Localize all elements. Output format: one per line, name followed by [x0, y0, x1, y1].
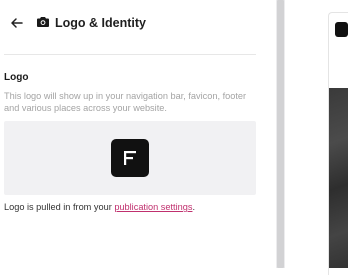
logo-preview-area: [4, 121, 256, 195]
site-preview-logo: [335, 22, 348, 37]
site-preview-hero-image: [329, 88, 348, 268]
logo-section-description: This logo will show up in your navigatio…: [4, 91, 247, 113]
logo-source-note-prefix: Logo is pulled in from your: [4, 202, 115, 212]
panel-scrollbar-thumb[interactable]: [277, 0, 284, 268]
arrow-left-icon: [11, 18, 23, 28]
header-divider: [4, 54, 256, 55]
logo-source-note: Logo is pulled in from your publication …: [4, 202, 195, 212]
logo-section-label: Logo: [4, 72, 29, 83]
settings-panel: Logo & Identity Logo This logo will show…: [0, 0, 276, 268]
panel-header: Logo & Identity: [0, 0, 260, 48]
logo-source-note-suffix: .: [192, 202, 196, 212]
publication-settings-link[interactable]: publication settings: [114, 202, 192, 212]
publication-logo-image: [111, 139, 149, 177]
back-button[interactable]: [8, 14, 26, 32]
page-title: Logo & Identity: [55, 16, 146, 30]
camera-icon: [36, 15, 50, 29]
